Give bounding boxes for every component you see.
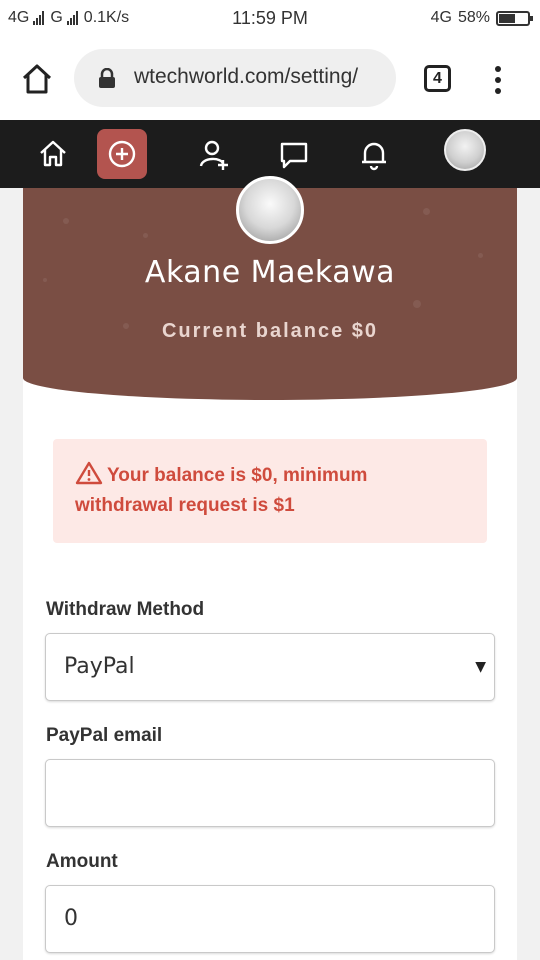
- paypal-email-label: PayPal email: [46, 725, 163, 746]
- current-balance: Current balance $0: [161, 320, 379, 342]
- profile-avatar[interactable]: [444, 129, 486, 171]
- withdraw-method-value: PayPal: [64, 654, 135, 679]
- tab-switcher-button[interactable]: 4: [424, 65, 451, 92]
- battery-icon: [496, 10, 533, 26]
- messages-icon[interactable]: [274, 134, 314, 174]
- browser-home-icon[interactable]: [20, 62, 54, 96]
- lock-icon: [99, 68, 115, 88]
- add-post-button[interactable]: [97, 129, 147, 179]
- home-icon[interactable]: [33, 134, 73, 174]
- overflow-menu-icon[interactable]: [490, 62, 506, 98]
- withdraw-method-label: Withdraw Method: [46, 599, 205, 620]
- address-bar[interactable]: wtechworld.com/setting/: [74, 49, 396, 107]
- decor-dot: [63, 218, 69, 224]
- browser-toolbar: wtechworld.com/setting/ 4: [0, 38, 540, 120]
- add-friend-icon[interactable]: [194, 134, 234, 174]
- warning-icon: [75, 461, 103, 485]
- amount-input[interactable]: 0: [45, 885, 495, 953]
- url-text: wtechworld.com/setting/: [134, 65, 359, 88]
- amount-label: Amount: [46, 851, 118, 872]
- network-type-right: 4G: [430, 9, 452, 26]
- withdraw-method-select[interactable]: PayPal ▼: [45, 633, 495, 701]
- alert-message: Your balance is $0, minimum withdrawal r…: [75, 465, 368, 516]
- decor-dot: [143, 233, 148, 238]
- decor-dot: [423, 208, 430, 215]
- notifications-icon[interactable]: [354, 134, 394, 174]
- plus-circle-icon: [108, 140, 136, 168]
- paypal-email-input[interactable]: [45, 759, 495, 827]
- balance-alert: Your balance is $0, minimum withdrawal r…: [53, 439, 487, 543]
- battery-percent: 58%: [457, 9, 490, 26]
- status-right: 4G 58%: [430, 9, 533, 27]
- status-bar: 4G G 0.1K/s 11:59 PM 4G 58%: [0, 0, 540, 38]
- dropdown-caret-icon: ▼: [475, 659, 486, 675]
- profile-name: Akane Maekawa: [144, 255, 396, 290]
- battery-fill: [499, 13, 515, 23]
- profile-avatar-large: [236, 176, 304, 244]
- decor-dot: [413, 300, 421, 308]
